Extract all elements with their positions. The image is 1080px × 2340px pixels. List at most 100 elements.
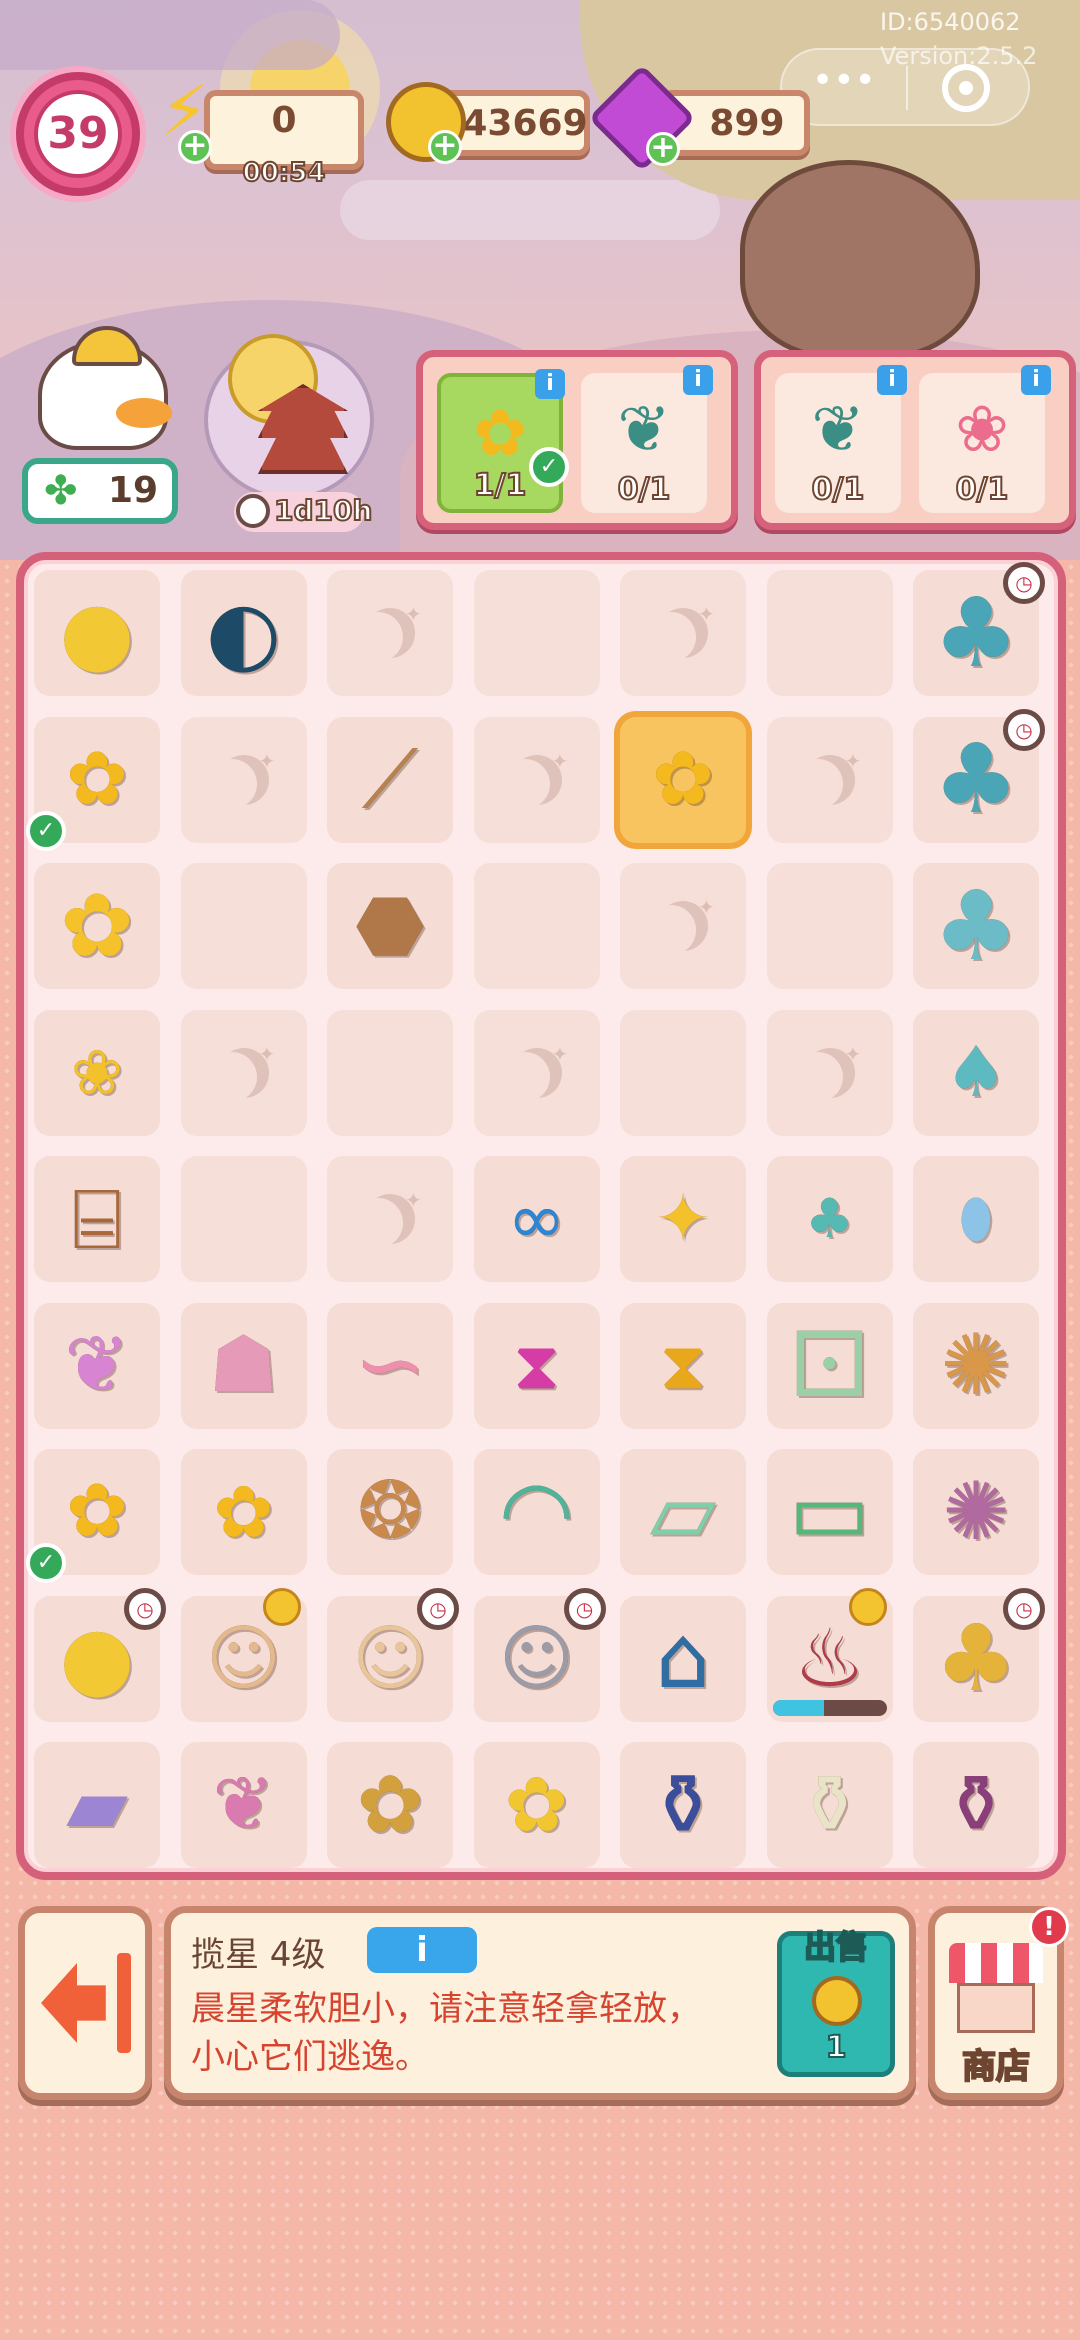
order-slot[interactable]: ❦ 0/1 i <box>775 365 907 513</box>
board-cell[interactable]: ⚱ <box>620 1742 746 1868</box>
info-button[interactable]: i <box>683 365 713 395</box>
board-cell[interactable]: ⟋ <box>327 716 453 843</box>
sell-button[interactable]: 出售 1 <box>777 1927 895 2077</box>
folded-cloth-icon[interactable]: ▰ <box>34 1759 160 1851</box>
locked-cell[interactable] <box>766 716 893 843</box>
board-cell[interactable]: ✿ <box>34 863 160 989</box>
seed-icon[interactable]: ⬮ <box>913 1187 1039 1250</box>
locked-cell[interactable] <box>620 863 746 989</box>
sapling-icon[interactable]: ♠ <box>913 1032 1039 1113</box>
info-button[interactable]: i <box>535 369 565 399</box>
pinecone-stack-icon[interactable]: ⬣ <box>327 880 453 972</box>
board-cell[interactable]: ✺ <box>913 1449 1039 1575</box>
taro-mooncake-icon[interactable]: ✺ <box>913 1466 1039 1558</box>
item-info-button[interactable]: i <box>367 1927 477 1973</box>
sprout-icon[interactable]: ♣ <box>767 1187 893 1250</box>
osmanthus-basket-icon[interactable]: ✿ <box>620 736 746 822</box>
board-cell[interactable]: ✿ <box>620 716 746 843</box>
empty-cell[interactable] <box>180 863 307 989</box>
duck-mascot-icon[interactable] <box>38 326 172 450</box>
board-cell[interactable]: ✿ <box>473 1742 600 1868</box>
locked-cell[interactable] <box>620 570 746 696</box>
bunny-mortar-icon[interactable]: ☺ <box>181 1617 307 1700</box>
silk-dress-icon[interactable]: ❦ <box>34 1320 160 1411</box>
energy-counter[interactable]: 0 00:54 <box>204 90 364 189</box>
board-cell[interactable]: ⬮ <box>913 1156 1039 1282</box>
board-cell[interactable]: ⧗ <box>473 1302 600 1429</box>
board-cell[interactable]: ✿ ✓ <box>26 716 160 851</box>
info-button[interactable]: i <box>1021 365 1051 395</box>
board-cell[interactable]: ⚱ <box>913 1742 1039 1868</box>
merge-board[interactable]: ●◐♣◷✿✓⟋✿♣◷✿⬣♣❀♠⌸∞✦♣⬮❦☗∽⧗⧗⚀✺✿✓✿❂◠▱▭✺●◷☺☺◷… <box>16 552 1066 1880</box>
shop-button[interactable]: 商店 ! <box>928 1906 1069 2100</box>
order-slot[interactable]: ✿ 1/1 i ✓ <box>437 369 569 513</box>
locked-cell[interactable] <box>180 1009 307 1136</box>
board-cell[interactable]: ▰ <box>34 1742 160 1868</box>
board-cell[interactable]: ♣ <box>913 863 1039 989</box>
locked-cell[interactable] <box>473 716 600 843</box>
menu-dots-button[interactable]: ••• <box>812 60 876 101</box>
board-cell[interactable]: ☺ <box>180 1587 307 1722</box>
silk-ribbon-icon[interactable]: ∽ <box>327 1316 453 1415</box>
clover-counter[interactable]: ✤ 19 <box>22 458 178 524</box>
osmanthus-petals-icon[interactable]: ✦ <box>620 1181 746 1257</box>
board-cell[interactable]: ♠ <box>913 1009 1039 1136</box>
level-badge[interactable]: 39 <box>16 72 140 196</box>
mooncake-icon[interactable]: ✺ <box>913 1317 1039 1414</box>
empty-cell[interactable] <box>620 1009 746 1136</box>
close-target-button[interactable] <box>942 64 990 112</box>
jade-plate-icon[interactable]: ◠ <box>474 1462 600 1562</box>
energy-add-button[interactable]: + <box>178 130 212 164</box>
empty-cell[interactable] <box>766 570 893 696</box>
moon-full-icon[interactable]: ● <box>34 583 160 683</box>
board-cell[interactable]: ☗ <box>180 1302 307 1429</box>
wine-jar-icon[interactable]: ⚱ <box>620 1757 746 1854</box>
wooden-rack-icon[interactable]: ⌸ <box>34 1171 160 1268</box>
dice-icon[interactable]: ⚀ <box>767 1314 893 1418</box>
pink-hourglass-hex-icon[interactable]: ⧗ <box>474 1327 600 1404</box>
silk-cloth-icon[interactable]: ☗ <box>181 1320 307 1411</box>
board-cell[interactable]: ❀ <box>34 1009 160 1136</box>
board-cell[interactable]: ❂ <box>327 1449 453 1575</box>
gem-add-button[interactable]: + <box>646 132 680 166</box>
gold-hourglass-hex-icon[interactable]: ⧗ <box>620 1327 746 1404</box>
board-cell[interactable]: ⚱ <box>766 1742 893 1868</box>
board-cell[interactable]: ⚀ <box>766 1302 893 1429</box>
board-cell[interactable]: ☺ ◷ <box>473 1587 606 1722</box>
board-cell[interactable]: ☺ ◷ <box>327 1587 459 1722</box>
flower-basket-big-icon[interactable]: ✿ <box>327 1759 453 1851</box>
info-button[interactable]: i <box>877 365 907 395</box>
locked-cell[interactable] <box>327 570 453 696</box>
board-cell[interactable]: ✿ ✓ <box>26 1449 160 1583</box>
osmanthus-branch-icon[interactable]: ✿ <box>34 1469 160 1554</box>
coin-add-button[interactable]: + <box>428 130 462 164</box>
sake-set-icon[interactable]: ⚱ <box>767 1759 893 1851</box>
board-cell[interactable]: ◠ <box>473 1449 600 1575</box>
order-card-1[interactable]: ✿ 1/1 i ✓ ❦ 0/1 i <box>416 350 738 530</box>
exit-button[interactable] <box>18 1906 152 2100</box>
board-cell[interactable]: ● ◷ <box>34 1587 166 1722</box>
bunny-bowl-icon[interactable]: ☺ <box>327 1617 453 1700</box>
twig-icon[interactable]: ⟋ <box>327 733 453 826</box>
osmanthus-sprig-icon[interactable]: ❀ <box>34 1037 160 1109</box>
board-cell[interactable]: ♣ ◷ <box>913 562 1045 696</box>
pagoda-cloud-icon[interactable]: ⌂ <box>620 1609 746 1708</box>
jelly-cake-icon[interactable]: ✿ <box>474 1761 600 1849</box>
empty-cell[interactable] <box>180 1156 307 1282</box>
empty-cell[interactable] <box>473 570 600 696</box>
board-cell[interactable]: ∞ <box>473 1156 600 1282</box>
locked-cell[interactable] <box>473 1009 600 1136</box>
board-cell[interactable]: ♣ <box>766 1156 893 1282</box>
blue-tree-icon[interactable]: ♣ <box>913 870 1039 981</box>
bunny-dress-icon[interactable]: ❦ <box>181 1762 307 1847</box>
moon-half-icon[interactable]: ◐ <box>181 583 307 683</box>
locked-cell[interactable] <box>766 1009 893 1136</box>
teapot-icon[interactable]: ♨ <box>767 1612 893 1705</box>
locked-cell[interactable] <box>180 716 307 843</box>
board-cell[interactable]: ✿ <box>180 1449 307 1575</box>
jade-tray-icon[interactable]: ▭ <box>767 1462 893 1562</box>
empty-cell[interactable] <box>327 1009 453 1136</box>
board-cell[interactable]: ▭ <box>766 1449 893 1575</box>
board-cell[interactable]: ♣ ◷ <box>913 708 1045 843</box>
board-cell[interactable]: ❦ <box>34 1302 160 1429</box>
